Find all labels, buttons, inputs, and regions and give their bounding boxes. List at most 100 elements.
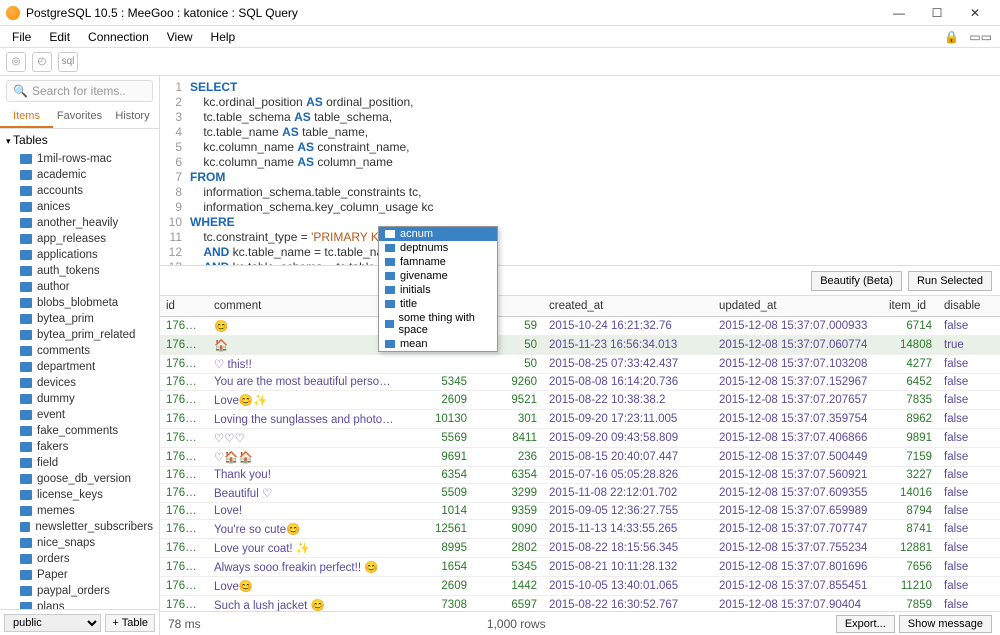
column-header[interactable]: item_id [883, 296, 938, 317]
table-row[interactable]: 176019♡ this!!502015-08-25 07:33:42.4372… [160, 355, 1000, 374]
table-row[interactable]: 176030Always sooo freakin perfect!! 😊165… [160, 558, 1000, 577]
menu-view[interactable]: View [159, 28, 201, 46]
table-row[interactable]: 176027Love!101493592015-09-05 12:36:27.7… [160, 503, 1000, 520]
autocomplete-item[interactable]: givename [379, 269, 497, 283]
menu-edit[interactable]: Edit [41, 28, 78, 46]
status-time: 78 ms [168, 617, 201, 631]
table-icon [20, 250, 32, 260]
add-table-button[interactable]: + Table [105, 614, 155, 632]
table-icon [20, 458, 32, 468]
table-icon [20, 522, 30, 532]
table-item[interactable]: fakers [0, 439, 159, 455]
table-item[interactable]: fake_comments [0, 423, 159, 439]
table-row[interactable]: 176029Love your coat! ✨899528022015-08-2… [160, 539, 1000, 558]
column-header[interactable]: comment [208, 296, 403, 317]
table-item[interactable]: another_heavily [0, 215, 159, 231]
table-row[interactable]: 176020You are the most beautiful person … [160, 374, 1000, 391]
autocomplete-item[interactable]: deptnums [379, 241, 497, 255]
table-icon [20, 202, 32, 212]
autocomplete-item[interactable]: title [379, 297, 497, 311]
table-item[interactable]: author [0, 279, 159, 295]
table-item[interactable]: orders [0, 551, 159, 567]
results-grid[interactable]: idcomment created_atupdated_atitem_iddisa… [160, 296, 1000, 611]
table-row[interactable]: 176023♡♡♡556984112015-09-20 09:43:58.809… [160, 429, 1000, 448]
table-row[interactable]: 176022Loving the sunglasses and photogra… [160, 410, 1000, 429]
table-item[interactable]: dummy [0, 391, 159, 407]
battery-icon: ▭▭ [965, 30, 996, 44]
table-icon [20, 506, 32, 516]
autocomplete-item[interactable]: acnum [379, 227, 497, 241]
table-item[interactable]: academic [0, 167, 159, 183]
toolbar-sql-icon[interactable]: sql [58, 52, 78, 72]
table-row[interactable]: 176031Love😊260914422015-10-05 13:40:01.0… [160, 577, 1000, 596]
autocomplete-item[interactable]: mean [379, 337, 497, 351]
minimize-button[interactable]: — [880, 2, 918, 24]
tree-group-tables[interactable]: Tables [0, 129, 159, 151]
table-row[interactable]: 176024♡🏠🏠96912362015-08-15 20:40:07.4472… [160, 448, 1000, 467]
tab-items[interactable]: Items [0, 106, 53, 128]
table-row[interactable]: 176018🏠502015-11-23 16:56:34.0132015-12-… [160, 336, 1000, 355]
table-icon [20, 570, 32, 580]
column-header[interactable]: disable [938, 296, 988, 317]
schema-select[interactable]: public [4, 614, 101, 632]
table-item[interactable]: devices [0, 375, 159, 391]
table-icon [20, 282, 32, 292]
menu-connection[interactable]: Connection [80, 28, 157, 46]
table-item[interactable]: applications [0, 247, 159, 263]
autocomplete-item[interactable]: famname [379, 255, 497, 269]
tab-favorites[interactable]: Favorites [53, 106, 106, 128]
table-item[interactable]: comments [0, 343, 159, 359]
autocomplete-item[interactable]: initials [379, 283, 497, 297]
table-item[interactable]: app_releases [0, 231, 159, 247]
table-item[interactable]: blobs_blobmeta [0, 295, 159, 311]
table-row[interactable]: 176026Beautiful ♡550932992015-11-08 22:1… [160, 484, 1000, 503]
lock-icon: 🔒 [940, 30, 963, 44]
autocomplete-popup[interactable]: acnumdeptnumsfamnamegivenameinitialstitl… [378, 226, 498, 352]
table-item[interactable]: anices [0, 199, 159, 215]
table-item[interactable]: memes [0, 503, 159, 519]
table-icon [20, 362, 32, 372]
column-icon [385, 230, 395, 238]
menu-file[interactable]: File [4, 28, 39, 46]
table-row[interactable]: 176028You're so cute😊1256190902015-11-13… [160, 520, 1000, 539]
tab-history[interactable]: History [106, 106, 159, 128]
column-header[interactable]: created_at [543, 296, 713, 317]
table-item[interactable]: auth_tokens [0, 263, 159, 279]
table-item[interactable]: newsletter_subscribers [0, 519, 159, 535]
table-item[interactable]: field [0, 455, 159, 471]
table-item[interactable]: goose_db_version [0, 471, 159, 487]
table-item[interactable]: bytea_prim_related [0, 327, 159, 343]
run-selected-button[interactable]: Run Selected [908, 271, 992, 291]
column-header[interactable]: id [160, 296, 208, 317]
table-item[interactable]: plans [0, 599, 159, 609]
table-icon [20, 170, 32, 180]
table-item[interactable]: department [0, 359, 159, 375]
autocomplete-item[interactable]: some thing with space [379, 311, 497, 337]
table-item[interactable]: accounts [0, 183, 159, 199]
table-item[interactable]: bytea_prim [0, 311, 159, 327]
show-message-button[interactable]: Show message [899, 615, 992, 633]
menu-help[interactable]: Help [203, 28, 244, 46]
table-item[interactable]: 1mil-rows-mac [0, 151, 159, 167]
table-row[interactable]: 176025Thank you!635463542015-07-16 05:05… [160, 467, 1000, 484]
table-row[interactable]: 176032Such a lush jacket 😊730865972015-0… [160, 596, 1000, 612]
table-item[interactable]: event [0, 407, 159, 423]
column-header[interactable]: updated_at [713, 296, 883, 317]
maximize-button[interactable]: ☐ [918, 2, 956, 24]
toolbar-icon-2[interactable]: ◴ [32, 52, 52, 72]
beautify-button[interactable]: Beautify (Beta) [811, 271, 902, 291]
table-item[interactable]: license_keys [0, 487, 159, 503]
table-item[interactable]: nice_snaps [0, 535, 159, 551]
table-item[interactable]: paypal_orders [0, 583, 159, 599]
toolbar-icon-1[interactable]: ◎ [6, 52, 26, 72]
export-button[interactable]: Export... [836, 615, 895, 633]
close-button[interactable]: ✕ [956, 2, 994, 24]
status-rows: 1,000 rows [201, 617, 832, 631]
table-item[interactable]: Paper [0, 567, 159, 583]
sql-editor[interactable]: 1SELECT2 kc.ordinal_position AS ordinal_… [160, 76, 1000, 266]
table-row[interactable]: 176021Love😊✨260995212015-08-22 10:38:38.… [160, 391, 1000, 410]
table-icon [20, 538, 32, 548]
search-input[interactable]: 🔍 Search for items.. [6, 80, 153, 102]
table-row[interactable]: 176017😊592015-10-24 16:21:32.762015-12-0… [160, 317, 1000, 336]
table-icon [20, 330, 32, 340]
